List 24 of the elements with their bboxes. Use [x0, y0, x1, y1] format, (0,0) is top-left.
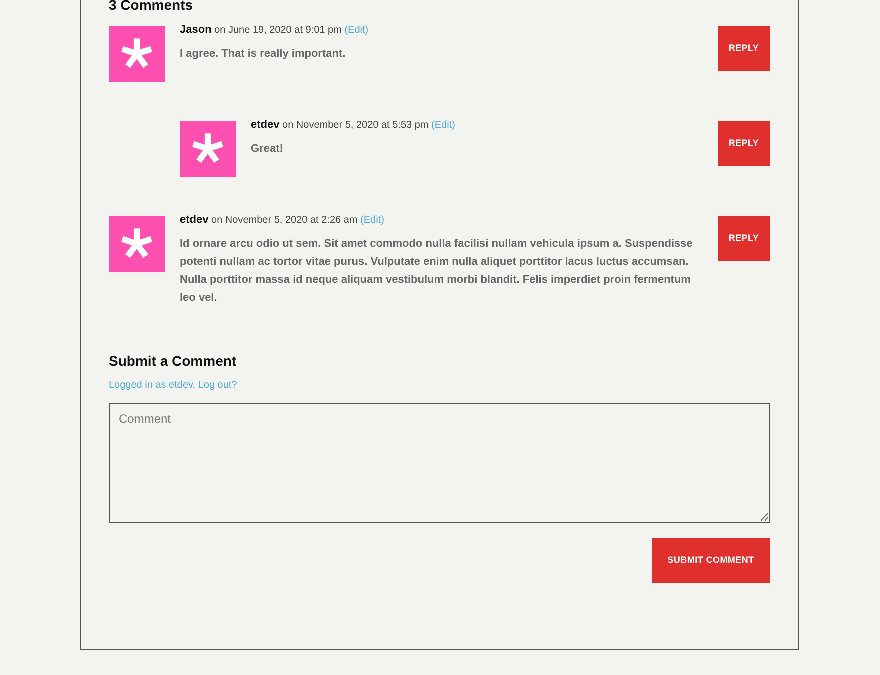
comment-author: etdev	[251, 119, 280, 131]
comment-text: I agree. That is really important.	[180, 47, 347, 62]
form-heading: Submit a Comment	[109, 352, 238, 371]
submit-comment-button[interactable]: SUBMIT COMMENT	[652, 538, 770, 583]
reply-button[interactable]: REPLY	[718, 216, 770, 261]
avatar-icon	[180, 121, 236, 177]
comment-date: on November 5, 2020 at 5:53 pm	[282, 120, 429, 131]
comment-date: on November 5, 2020 at 2:26 am	[212, 215, 358, 226]
comments-heading: 3 Comments	[109, 0, 194, 11]
avatar-icon	[109, 216, 165, 272]
reply-button[interactable]: REPLY	[718, 121, 770, 166]
comment-field[interactable]: Comment	[109, 403, 770, 523]
comment-text: Great!	[251, 142, 284, 157]
edit-link[interactable]: (Edit)	[360, 215, 384, 226]
comment-author: Jason	[180, 24, 212, 36]
logged-in-link[interactable]: Logged in as etdev.	[109, 380, 196, 391]
comment-author: etdev	[180, 214, 209, 226]
avatar-icon	[109, 26, 165, 82]
logout-link[interactable]: Log out?	[198, 380, 238, 391]
comment-text: Id ornare arcu odio ut sem. Sit amet commodo nulla facilisi nullam vehicula ipsum a. Suspendisse potenti nullam ac tortor vitae purus. Vulputate enim nulla aliquet porttitor lacus luctus accumsan. Nulla porttitor massa id neque aliquam vestibulum morbi blandit. Felis imperdiet proin fermentum leo vel.	[180, 237, 694, 306]
edit-link[interactable]: (Edit)	[432, 120, 456, 131]
edit-link[interactable]: (Edit)	[344, 25, 369, 36]
comment-date: on June 19, 2020 at 9:01 pm	[214, 25, 342, 36]
reply-button[interactable]: REPLY	[718, 26, 770, 71]
